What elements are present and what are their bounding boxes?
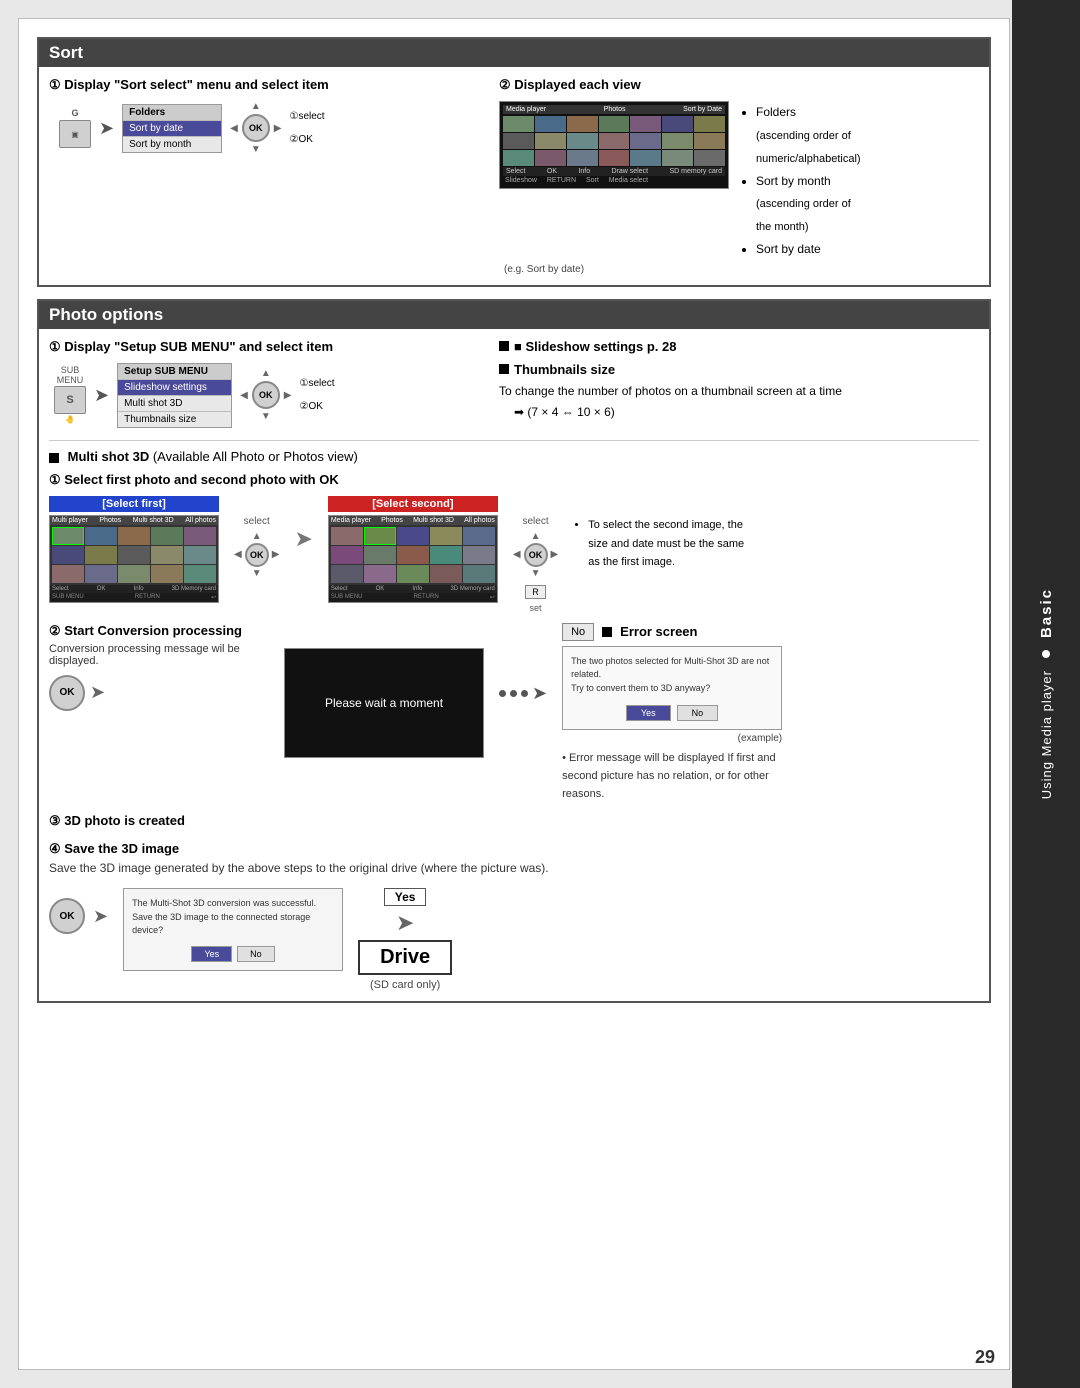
- sub-menu-icon: S: [54, 386, 86, 414]
- save-desc: Save the 3D image generated by the above…: [49, 861, 979, 875]
- photo-step1-title: ① Display "Setup SUB MENU" and select it…: [49, 339, 479, 355]
- page-number: 29: [975, 1347, 995, 1368]
- select-second-label: [Select second]: [328, 496, 498, 512]
- step3-title: ③ 3D photo is created: [49, 813, 979, 829]
- step4-title: ④ Save the 3D image: [49, 841, 979, 857]
- ok-button-photo[interactable]: OK: [252, 381, 280, 409]
- thumbnails-formula: ➡ (7 × 4 ⇔ 10 × 6): [514, 405, 979, 419]
- camera-g-icon: G ▣: [59, 108, 91, 148]
- sort-select-label: ①select: [290, 111, 325, 122]
- save-dialog: The Multi-Shot 3D conversion was success…: [123, 888, 343, 971]
- photo-ok-label: ②OK: [300, 401, 335, 412]
- right-sidebar: Basic Using Media player: [1012, 0, 1080, 1388]
- save-ok-btn[interactable]: OK: [49, 898, 85, 934]
- start-conversion-desc: Conversion processing message wil be dis…: [49, 643, 269, 667]
- example-label: (example): [562, 733, 782, 744]
- multishot-section: Multi shot 3D (Available All Photo or Ph…: [49, 440, 979, 991]
- arrow-right-1: ➤: [99, 118, 114, 139]
- start-conversion-title: ② Start Conversion processing: [49, 623, 269, 639]
- save-no-btn[interactable]: No: [237, 946, 275, 962]
- thumbnails-title: Thumbnails size: [499, 362, 979, 377]
- drive-box: Drive: [358, 940, 452, 975]
- first-photo-grid: Multi playerPhotosMulti shot 3DAll photo…: [49, 515, 219, 603]
- sd-only-label: (SD card only): [370, 979, 440, 991]
- sidebar-using-label: Using Media player: [1039, 670, 1054, 799]
- yes-box: Yes: [384, 888, 427, 906]
- ok-btn-select-first[interactable]: OK: [245, 543, 269, 567]
- multishot-title: Multi shot 3D (Available All Photo or Ph…: [49, 449, 979, 464]
- select-photos-title: ① Select first photo and second photo wi…: [49, 472, 979, 488]
- sort-section: Sort ① Display "Sort select" menu and se…: [37, 37, 991, 287]
- ok-button-sort[interactable]: OK: [242, 114, 270, 142]
- error-no-btn[interactable]: No: [677, 705, 719, 721]
- sort-view-mockup: Media playerPhotosSort by Date: [499, 101, 729, 189]
- sort-step1-title: ① Display "Sort select" menu and select …: [49, 77, 479, 93]
- sidebar-dot: [1042, 650, 1050, 658]
- photo-options-section: Photo options ① Display "Setup SUB MENU"…: [37, 299, 991, 1003]
- sort-menu-diagram: G ▣ ➤ Folders Sort by date Sort by month: [59, 101, 479, 155]
- photo-menu-list: Setup SUB MENU Slideshow settings Multi …: [117, 363, 232, 428]
- thumbnails-desc: To change the number of photos on a thum…: [499, 382, 979, 401]
- ok-hand-icon[interactable]: OK: [49, 675, 85, 711]
- photo-options-header: Photo options: [39, 301, 989, 329]
- error-note: • Error message will be displayed If fir…: [562, 750, 812, 803]
- sort-bullet-list: Folders(ascending order ofnumeric/alphab…: [756, 101, 861, 261]
- wait-screen: Please wait a moment: [284, 648, 484, 758]
- second-photo-grid: Media playerPhotosMulti shot 3DAll photo…: [328, 515, 498, 603]
- sort-step2-title: ② Displayed each view: [499, 77, 979, 93]
- error-screen-title: Error screen: [602, 624, 697, 639]
- sort-eg-label: (e.g. Sort by date): [504, 264, 979, 275]
- sort-ok-label: ②OK: [290, 134, 325, 145]
- sort-menu-list: Folders Sort by date Sort by month: [122, 104, 222, 153]
- ok-btn-select-second[interactable]: OK: [524, 543, 548, 567]
- save-yes-btn[interactable]: Yes: [191, 946, 232, 962]
- slideshow-title: ■ Slideshow settings p. 28: [499, 339, 979, 354]
- error-screen-box: The two photos selected for Multi-Shot 3…: [562, 646, 782, 731]
- select-first-label: [Select first]: [49, 496, 219, 512]
- sidebar-basic-label: Basic: [1038, 588, 1055, 638]
- no-label-box: No: [562, 623, 594, 641]
- sort-section-header: Sort: [39, 39, 989, 67]
- error-yes-btn[interactable]: Yes: [626, 705, 671, 721]
- photo-select-label: ①select: [300, 378, 335, 389]
